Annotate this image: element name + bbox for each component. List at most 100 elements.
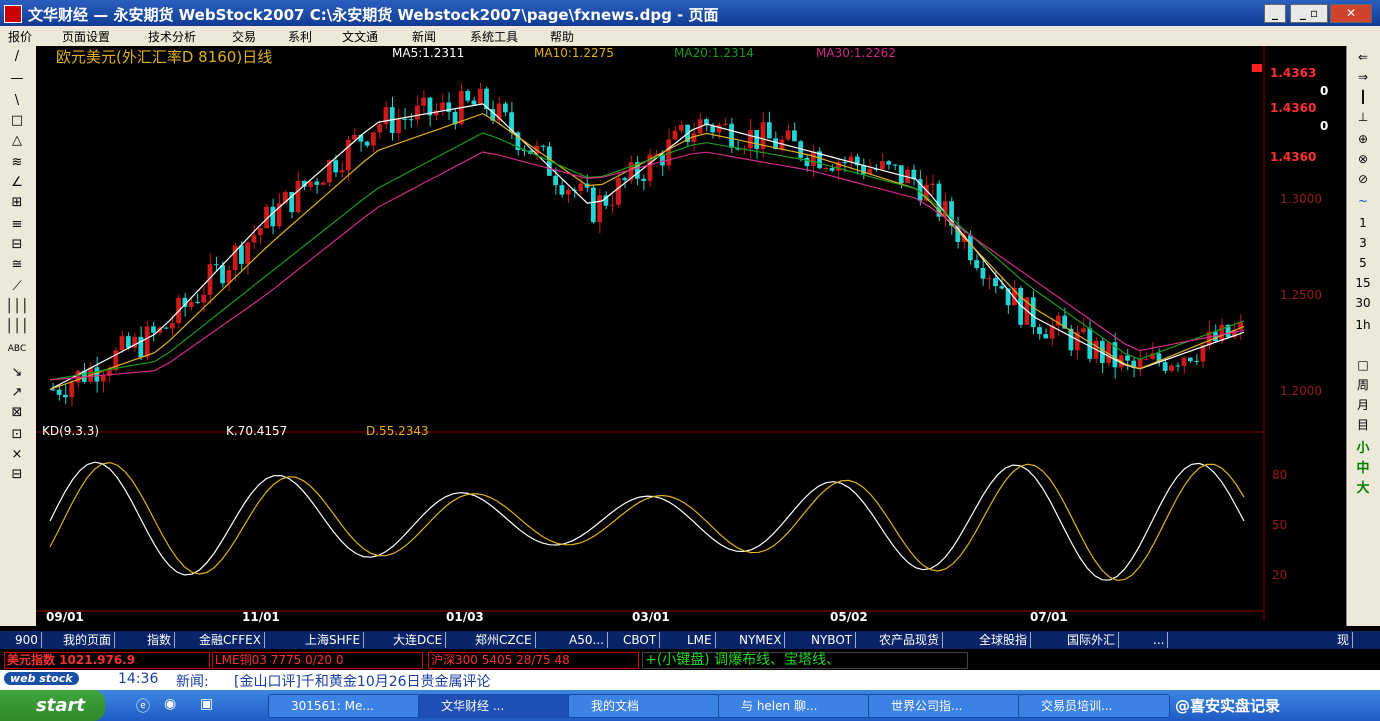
period-week[interactable]: 周 xyxy=(1350,376,1376,394)
bar-icon[interactable]: ┃ xyxy=(1350,88,1376,106)
menu-news[interactable]: 新闻 xyxy=(412,28,436,45)
period-tool-icon[interactable]: │││ xyxy=(4,318,30,336)
candle-body xyxy=(188,301,194,308)
period-custom[interactable]: 目 xyxy=(1350,416,1376,434)
tab-czce[interactable]: 郑州CZCE xyxy=(472,632,536,648)
tab-shfe[interactable]: 上海SHFE xyxy=(302,632,365,648)
text-tool-icon[interactable]: ABC xyxy=(4,340,30,358)
menu-wenwen[interactable]: 文文通 xyxy=(342,28,378,45)
task-helen[interactable]: 与 helen 聊... xyxy=(718,694,870,718)
tab-lme[interactable]: LME xyxy=(684,632,716,648)
task-mydocs[interactable]: 我的文档 xyxy=(568,694,720,718)
start-button[interactable]: start xyxy=(0,690,105,721)
period-3[interactable]: 3 xyxy=(1350,234,1376,252)
tab-nymex[interactable]: NYMEX xyxy=(736,632,786,648)
down-arrow-tool-icon[interactable]: ↗ xyxy=(4,384,30,402)
candle-body xyxy=(1219,324,1225,342)
tab-cbot[interactable]: CBOT xyxy=(620,632,661,648)
tab-index[interactable]: 指数 xyxy=(144,632,176,648)
candlestick-chart[interactable] xyxy=(36,46,1346,626)
vlines-tool-icon[interactable]: │││ xyxy=(4,298,30,316)
tab-more[interactable]: ... xyxy=(1150,632,1169,648)
delete-tool-icon[interactable]: × xyxy=(4,446,30,464)
forward-icon[interactable]: ⇒ xyxy=(1350,68,1376,86)
period-30[interactable]: 30 xyxy=(1350,294,1376,312)
status-hs300: 沪深300 5405 28/75 48 xyxy=(428,652,639,669)
candle-body xyxy=(195,301,200,303)
task-wenhua[interactable]: 文华财经 ... xyxy=(418,694,570,718)
desktop-icon[interactable]: ▣ xyxy=(200,696,213,712)
angle-tool-icon[interactable]: ∠ xyxy=(4,174,30,192)
lock-icon[interactable]: ⊘ xyxy=(1350,170,1376,188)
size-large[interactable]: 大 xyxy=(1350,480,1376,498)
candle-body xyxy=(672,130,678,140)
tab-dce[interactable]: 大连DCE xyxy=(390,632,447,648)
candle-body xyxy=(201,294,207,303)
size-small[interactable]: 小 xyxy=(1350,440,1376,458)
menu-tools[interactable]: 系统工具 xyxy=(470,28,518,45)
tab-nybot[interactable]: NYBOT xyxy=(808,632,857,648)
news-time: 14:36 xyxy=(118,671,159,687)
close-button[interactable]: ✕ xyxy=(1330,4,1372,23)
candle-body xyxy=(1125,355,1130,361)
task-training[interactable]: 交易员培训... xyxy=(1018,694,1170,718)
tab-cffex[interactable]: 金融CFFEX xyxy=(196,632,265,648)
candle-body xyxy=(377,124,383,133)
triangle-tool-icon[interactable]: △ xyxy=(4,132,30,150)
news-headline[interactable]: [金山口评]千和黄金10月26日贵金属评论 xyxy=(234,671,491,691)
select-tool-icon[interactable]: ⊠ xyxy=(4,404,30,422)
candle-body xyxy=(716,125,722,133)
zoom-in-icon[interactable]: ⊕ xyxy=(1350,130,1376,148)
menu-system[interactable]: 系利 xyxy=(288,28,312,45)
rect-tool-icon[interactable]: □ xyxy=(4,112,30,130)
tab-a50[interactable]: A50... xyxy=(566,632,608,648)
axis-icon[interactable]: ⊥ xyxy=(1350,108,1376,126)
candle-body xyxy=(616,178,621,205)
menu-trade[interactable]: 交易 xyxy=(232,28,256,45)
wave-icon[interactable]: ~ xyxy=(1350,192,1376,210)
ie-icon[interactable]: ⓔ xyxy=(136,696,150,716)
tab-agri[interactable]: 农产品现货 xyxy=(876,632,944,648)
menu-quote[interactable]: 报价 xyxy=(8,28,32,45)
tab-current[interactable]: 现 xyxy=(1334,632,1354,648)
tab-global[interactable]: 全球股指 xyxy=(976,632,1032,648)
candle-body xyxy=(886,161,892,165)
menu-tech[interactable]: 技术分析 xyxy=(148,28,196,45)
copy-tool-icon[interactable]: ⊡ xyxy=(4,426,30,444)
back-icon[interactable]: ⇐ xyxy=(1350,48,1376,66)
ray-tool-icon[interactable]: \ xyxy=(4,92,30,110)
task-world[interactable]: 世界公司指... xyxy=(868,694,1020,718)
tab-mypage[interactable]: 我的页面 xyxy=(60,632,116,648)
minimize-pair-button[interactable]: _ ▫ xyxy=(1290,4,1328,23)
channel-tool-icon[interactable]: ≡ xyxy=(4,216,30,234)
line-tool-icon[interactable]: / xyxy=(4,48,30,66)
grid-tool-icon[interactable]: ⊞ xyxy=(4,194,30,212)
candle-body xyxy=(144,326,150,358)
zoom-out-icon[interactable]: ⊗ xyxy=(1350,150,1376,168)
chart-area[interactable]: 欧元美元(外汇汇率D 8160)日线 MA5:1.2311 MA10:1.227… xyxy=(36,46,1346,626)
period-month[interactable]: 月 xyxy=(1350,396,1376,414)
box-tool-icon[interactable]: ⊟ xyxy=(4,236,30,254)
period-day[interactable]: □ xyxy=(1350,356,1376,374)
fib-tool-icon[interactable]: ≋ xyxy=(4,154,30,172)
candle-body xyxy=(364,141,370,146)
media-icon[interactable]: ◉ xyxy=(164,696,176,712)
candle-body xyxy=(823,168,829,170)
menu-help[interactable]: 帮助 xyxy=(550,28,574,45)
period-1[interactable]: 1 xyxy=(1350,214,1376,232)
menu-page[interactable]: 页面设置 xyxy=(62,28,110,45)
period-1h[interactable]: 1h xyxy=(1350,316,1376,334)
up-arrow-tool-icon[interactable]: ↘ xyxy=(4,364,30,382)
period-15[interactable]: 15 xyxy=(1350,274,1376,292)
size-medium[interactable]: 中 xyxy=(1350,460,1376,478)
arc-tool-icon[interactable]: ⟋ xyxy=(4,278,30,296)
candle-body xyxy=(974,260,980,268)
minimize-button[interactable]: _ xyxy=(1264,4,1286,23)
period-5[interactable]: 5 xyxy=(1350,254,1376,272)
tab-forex[interactable]: 国际外汇 xyxy=(1064,632,1120,648)
clear-tool-icon[interactable]: ⊟ xyxy=(4,466,30,484)
task-301561[interactable]: 301561: Me... xyxy=(268,694,420,718)
tab-900[interactable]: 900 xyxy=(12,632,42,648)
wave-tool-icon[interactable]: ≅ xyxy=(4,256,30,274)
hline-tool-icon[interactable]: — xyxy=(4,70,30,88)
